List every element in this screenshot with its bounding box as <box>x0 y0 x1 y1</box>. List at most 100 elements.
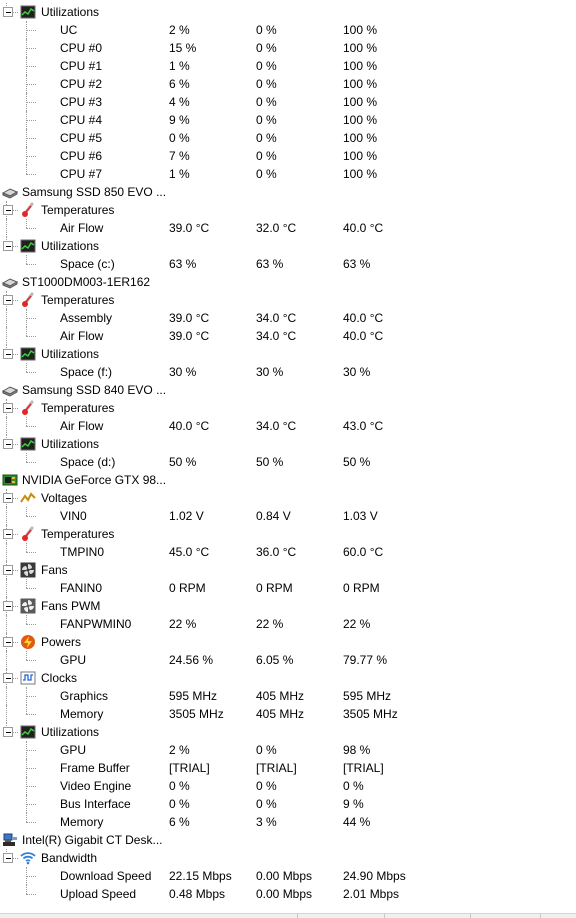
collapse-toggle[interactable] <box>3 853 13 863</box>
sensor-row[interactable]: Air Flow 39.0 °C 34.0 °C 40.0 °C <box>0 327 576 345</box>
device-row[interactable]: Samsung SSD 850 EVO ... <box>0 183 576 201</box>
collapse-toggle[interactable] <box>3 565 13 575</box>
device-row[interactable]: Samsung SSD 840 EVO ... <box>0 381 576 399</box>
sensor-label: Download Speed <box>60 869 152 883</box>
utilization-icon <box>20 238 36 254</box>
tree-line <box>26 579 27 588</box>
sensor-label: Memory <box>60 707 104 721</box>
device-row[interactable]: NVIDIA GeForce GTX 98... <box>0 471 576 489</box>
current-value: 22 % <box>169 617 197 631</box>
sensor-label: Space (f:) <box>60 365 113 379</box>
device-row[interactable]: Intel(R) Gigabit CT Desk... <box>0 831 576 849</box>
sensor-row[interactable]: FANPWMIN0 22 % 22 % 22 % <box>0 615 576 633</box>
utilization-icon <box>20 346 36 362</box>
current-value: 22.15 Mbps <box>169 869 232 883</box>
sensor-row[interactable]: Space (c:) 63 % 63 % 63 % <box>0 255 576 273</box>
tree-line <box>26 624 36 625</box>
max-value: 100 % <box>343 131 378 145</box>
sensor-group-row[interactable]: Temperatures <box>0 291 576 309</box>
collapse-toggle[interactable] <box>3 673 13 683</box>
sensor-group-row[interactable]: Bandwidth <box>0 849 576 867</box>
sensor-row[interactable]: Frame Buffer [TRIAL] [TRIAL] [TRIAL] <box>0 759 576 777</box>
sensor-group-row[interactable]: Utilizations <box>0 3 576 21</box>
sensor-row[interactable]: Air Flow 39.0 °C 32.0 °C 40.0 °C <box>0 219 576 237</box>
collapse-toggle[interactable] <box>3 241 13 251</box>
sensor-row[interactable]: CPU #0 15 % 0 % 100 % <box>0 39 576 57</box>
sensor-row[interactable]: Upload Speed 0.48 Mbps 0.00 Mbps 2.01 Mbps <box>0 885 576 903</box>
tree-line <box>26 102 36 103</box>
collapse-toggle[interactable] <box>3 601 13 611</box>
collapse-toggle[interactable] <box>3 727 13 737</box>
collapse-toggle[interactable] <box>3 439 13 449</box>
tree-line <box>6 651 7 669</box>
sensor-label: Memory <box>60 815 104 829</box>
sensor-row[interactable]: Download Speed 22.15 Mbps 0.00 Mbps 24.90 M… <box>0 867 576 885</box>
max-value: 100 % <box>343 59 378 73</box>
sensor-group-row[interactable]: Clocks <box>0 669 576 687</box>
fan-icon <box>20 562 36 578</box>
device-row[interactable]: ST1000DM003-1ER162 <box>0 273 576 291</box>
sensor-row[interactable]: Space (d:) 50 % 50 % 50 % <box>0 453 576 471</box>
sensor-row[interactable]: CPU #5 0 % 0 % 100 % <box>0 129 576 147</box>
sensor-row[interactable]: GPU 24.56 % 6.05 % 79.77 % <box>0 651 576 669</box>
sensor-group-row[interactable]: Fans <box>0 561 576 579</box>
collapse-toggle[interactable] <box>3 7 13 17</box>
sensor-row[interactable]: VIN0 1.02 V 0.84 V 1.03 V <box>0 507 576 525</box>
sensor-group-row[interactable]: Temperatures <box>0 525 576 543</box>
sensor-group-row[interactable]: Utilizations <box>0 345 576 363</box>
collapse-toggle[interactable] <box>3 295 13 305</box>
horizontal-scrollbar[interactable] <box>0 913 576 918</box>
sensor-row[interactable]: CPU #1 1 % 0 % 100 % <box>0 57 576 75</box>
max-value: 30 % <box>343 365 371 379</box>
collapse-toggle[interactable] <box>3 529 13 539</box>
sensor-group-row[interactable]: Utilizations <box>0 237 576 255</box>
sensor-row[interactable]: CPU #7 1 % 0 % 100 % <box>0 165 576 183</box>
tree-line <box>26 543 27 552</box>
sensor-row[interactable]: FANIN0 0 RPM 0 RPM 0 RPM <box>0 579 576 597</box>
sensor-group-row[interactable]: Utilizations <box>0 723 576 741</box>
sensor-group-row[interactable]: Fans PWM <box>0 597 576 615</box>
tree-line <box>6 327 7 345</box>
tree-line <box>26 156 36 157</box>
sensor-row[interactable]: Space (f:) 30 % 30 % 30 % <box>0 363 576 381</box>
collapse-toggle[interactable] <box>3 349 13 359</box>
sensor-row[interactable]: Assembly 39.0 °C 34.0 °C 40.0 °C <box>0 309 576 327</box>
sensor-row[interactable]: CPU #2 6 % 0 % 100 % <box>0 75 576 93</box>
sensor-row[interactable]: Memory 3505 MHz 405 MHz 3505 MHz <box>0 705 576 723</box>
max-value: 24.90 Mbps <box>343 869 406 883</box>
sensor-label: FANIN0 <box>60 581 103 595</box>
sensor-row[interactable]: CPU #4 9 % 0 % 100 % <box>0 111 576 129</box>
collapse-toggle[interactable] <box>3 205 13 215</box>
sensor-group-row[interactable]: Powers <box>0 633 576 651</box>
sensor-label: Space (d:) <box>60 455 116 469</box>
tree-line <box>6 615 7 633</box>
sensor-group-row[interactable]: Temperatures <box>0 399 576 417</box>
collapse-toggle[interactable] <box>3 493 13 503</box>
thermometer-icon <box>20 400 36 416</box>
sensor-row[interactable]: CPU #3 4 % 0 % 100 % <box>0 93 576 111</box>
min-value: 0.00 Mbps <box>256 869 313 883</box>
thermometer-icon <box>20 292 36 308</box>
sensor-row[interactable]: Bus Interface 0 % 0 % 9 % <box>0 795 576 813</box>
sensor-group-row[interactable]: Voltages <box>0 489 576 507</box>
max-value: 22 % <box>343 617 371 631</box>
sensor-row[interactable]: UC 2 % 0 % 100 % <box>0 21 576 39</box>
current-value: 3505 MHz <box>169 707 224 721</box>
group-label: Utilizations <box>41 5 100 19</box>
sensor-group-row[interactable]: Utilizations <box>0 435 576 453</box>
min-value: [TRIAL] <box>256 761 297 775</box>
sensor-label: Air Flow <box>60 221 104 235</box>
sensor-group-row[interactable]: Temperatures <box>0 201 576 219</box>
sensor-row[interactable]: Video Engine 0 % 0 % 0 % <box>0 777 576 795</box>
sensor-row[interactable]: Graphics 595 MHz 405 MHz 595 MHz <box>0 687 576 705</box>
sensor-row[interactable]: Air Flow 40.0 °C 34.0 °C 43.0 °C <box>0 417 576 435</box>
collapse-toggle[interactable] <box>3 403 13 413</box>
sensor-row[interactable]: TMPIN0 45.0 °C 36.0 °C 60.0 °C <box>0 543 576 561</box>
sensor-row[interactable]: GPU 2 % 0 % 98 % <box>0 741 576 759</box>
sensor-row[interactable]: Memory 6 % 3 % 44 % <box>0 813 576 831</box>
tree-line <box>26 651 27 660</box>
sensor-row[interactable]: CPU #6 7 % 0 % 100 % <box>0 147 576 165</box>
collapse-toggle[interactable] <box>3 637 13 647</box>
tree-line <box>26 462 36 463</box>
min-value: 0 % <box>256 113 277 127</box>
